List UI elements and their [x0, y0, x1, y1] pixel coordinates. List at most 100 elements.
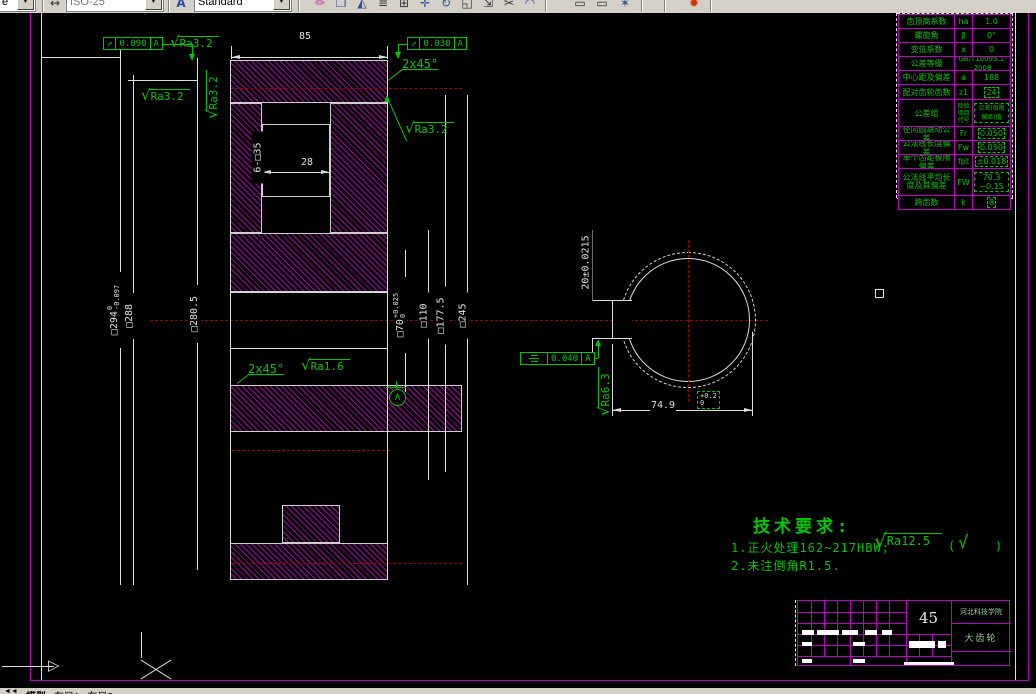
table-row: 配对齿轮齿数 z1 24: [899, 84, 1010, 99]
redacted-text-bar: [882, 630, 892, 635]
param-value: 0.050: [972, 141, 1010, 154]
table-row: 径向圆跳动公差 Fr 0.050: [899, 126, 1010, 140]
hatch-region: [230, 233, 388, 292]
param-value: 0°: [972, 29, 1010, 42]
tolerance-stack: 0 -0.097: [106, 284, 121, 311]
table-row: 公差组 检验项目代号 公差(极限偏差)值: [899, 99, 1010, 126]
chevron-down-icon[interactable]: ▼: [17, 0, 34, 10]
stretch-icon[interactable]: ⇲: [478, 0, 498, 12]
redacted-text-bar: [853, 642, 865, 646]
sheet-border-right: [1015, 13, 1016, 680]
extension-line: [752, 332, 753, 416]
roughness-mark: √ Ra1.6: [301, 358, 350, 373]
table-row: 变位系数 x 0: [899, 42, 1010, 56]
grid-line: [798, 612, 906, 613]
leader-arrow-icon: [189, 54, 195, 61]
chevron-down-icon[interactable]: ▼: [273, 0, 290, 10]
param-label: 中心距及偏差: [902, 73, 951, 82]
arrowhead-icon: [379, 55, 387, 59]
layout-tabs: ◄◄ 模型 布局1 布局2: [4, 688, 113, 694]
text-style-icon[interactable]: A: [171, 0, 191, 12]
dim-style-combo[interactable]: ISO-25 ▼: [66, 0, 164, 12]
runout-icon: ↗: [411, 38, 417, 49]
redacted-text-bar: [938, 641, 946, 648]
star-icon[interactable]: ✶: [615, 0, 635, 12]
rotate-icon[interactable]: ↻: [436, 0, 456, 12]
dim-width-85: 85: [298, 31, 313, 42]
tolerance-value: 0.090: [115, 38, 149, 49]
rectangle-icon[interactable]: ▭: [592, 0, 612, 12]
tech-req-item: 2.未注倒角R1.5.: [731, 559, 841, 573]
dim-74-9: 74.9: [650, 400, 677, 411]
roughness-value: Ra3.2: [177, 36, 219, 50]
rectangle-icon[interactable]: ▭: [570, 0, 590, 12]
param-label: 径向圆跳动公差: [902, 127, 951, 140]
drawing-border-bottom: [30, 680, 1029, 681]
dim-text: □245: [457, 303, 469, 328]
fillet-icon[interactable]: ◠: [520, 0, 540, 12]
ucs-axis-line: [2, 666, 54, 667]
grid-line: [863, 601, 864, 656]
roughness-value: Ra12.5: [884, 533, 943, 548]
param-label: 公差组: [914, 108, 939, 118]
datum-ref: A: [453, 38, 466, 49]
copy-icon[interactable]: ❐: [331, 0, 351, 12]
table-row: 公法线平均长度及其偏差 FW 70.3 −0.15: [899, 168, 1010, 195]
roughness-mark-rotated: √ Ra3.2: [203, 55, 221, 119]
param-label: 配对齿轮齿数: [902, 87, 951, 97]
roughness-mark-rotated: √ Ra6.3: [595, 356, 613, 416]
scale-icon[interactable]: ◱: [457, 0, 477, 12]
erase-icon[interactable]: ✏: [310, 0, 330, 12]
dim-tolerance-box: +0.2 0: [697, 391, 720, 409]
datum-ref: A: [581, 353, 593, 364]
tab-model[interactable]: 模型: [26, 688, 46, 694]
toolbar-separator: [298, 0, 300, 12]
tab-nav-icon[interactable]: ◄◄: [4, 688, 18, 694]
move-icon[interactable]: ✛: [415, 0, 435, 12]
tab-layout2[interactable]: 布局2: [87, 688, 113, 694]
dim-28: 28: [300, 157, 315, 168]
dim-line: [592, 338, 593, 352]
dim-dia70: □70 +0.025 0: [392, 277, 407, 353]
toolbar-separator: [42, 0, 44, 12]
param-label: 单个齿距极限偏差: [902, 155, 951, 168]
chevron-down-icon[interactable]: ▼: [145, 0, 162, 10]
title-block-dashed-edge: [795, 600, 796, 666]
param-label: 齿顶高系数: [906, 17, 947, 26]
dim-text: □70: [394, 319, 406, 338]
leader-line: [398, 44, 407, 45]
roughness-value: Ra6.3: [598, 367, 612, 409]
array-icon[interactable]: ⊞: [394, 0, 414, 12]
text-style-combo[interactable]: Standard ▼: [194, 0, 292, 12]
leader-arrow-icon: [395, 52, 401, 59]
leader-arrow-icon: [595, 339, 601, 346]
grip-marker[interactable]: [875, 289, 884, 298]
table-row: 中心距及偏差 a 188: [899, 70, 1010, 84]
offset-icon[interactable]: ≡: [373, 0, 393, 12]
trim-icon[interactable]: ✂: [499, 0, 519, 12]
explode-icon[interactable]: ✹: [684, 0, 704, 12]
tab-layout1[interactable]: 布局1: [54, 688, 80, 694]
param-symbol: fpt: [954, 155, 972, 168]
gear-outline: [230, 292, 388, 293]
keyway-mask: [614, 300, 632, 338]
mirror-icon[interactable]: ◭: [352, 0, 372, 12]
sheet-border-left: [41, 13, 42, 680]
layer-combo[interactable]: e ▼: [0, 0, 36, 12]
param-value: 0: [972, 43, 1010, 56]
chamfer-note-top: 2x45°: [402, 57, 439, 71]
dim-style-icon[interactable]: ↔: [45, 0, 65, 12]
redacted-text-bar: [865, 630, 877, 635]
dim-line: [231, 57, 388, 58]
dim-line: [42, 57, 120, 58]
grid-line: [798, 623, 906, 624]
table-row: 螺旋角 β 0°: [899, 28, 1010, 42]
cad-application-window: e ▼ ↔ ISO-25 ▼ A Standard ▼ ✏ ❐ ◭ ≡ ⊞ ✛ …: [0, 0, 1036, 694]
table-row: 单个齿距极限偏差 fpt ±0.018: [899, 154, 1010, 168]
toolbar-separator: [710, 0, 712, 12]
param-value: 8: [972, 196, 1010, 209]
grid-line: [876, 601, 877, 656]
param-value: 70.3 −0.15: [972, 169, 1010, 195]
other-surfaces-check-icon: √: [958, 533, 969, 553]
table-row: 跨齿数 k 8: [899, 195, 1010, 209]
